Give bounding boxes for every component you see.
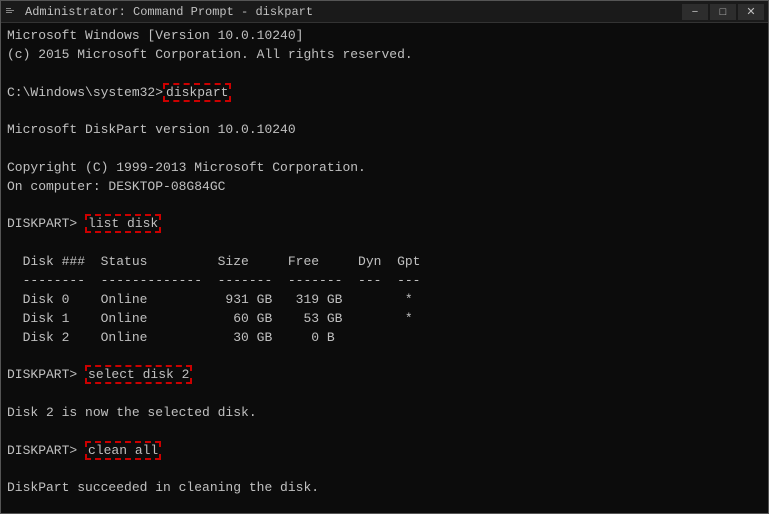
line-20 [7, 385, 762, 404]
disk-2-row: Disk 2 Online 30 GB 0 B [7, 329, 762, 348]
line-22 [7, 423, 762, 442]
line-18 [7, 347, 762, 366]
table-sep: -------- ------------- ------- ------- -… [7, 272, 762, 291]
cmd-clean-all: clean all [85, 441, 161, 460]
cmd-list-disk: list disk [85, 214, 161, 233]
disk-0-row: Disk 0 Online 931 GB 319 GB * [7, 291, 762, 310]
cmd-diskpart: diskpart [163, 83, 231, 102]
terminal-body[interactable]: Microsoft Windows [Version 10.0.10240] (… [1, 23, 768, 513]
prompt-4: DISKPART> [7, 443, 85, 458]
window-controls: − □ ✕ [682, 4, 764, 20]
line-25: DiskPart succeeded in cleaning the disk. [7, 479, 762, 498]
line-5 [7, 102, 762, 121]
line-1: Microsoft Windows [Version 10.0.10240] [7, 27, 762, 46]
line-21: Disk 2 is now the selected disk. [7, 404, 762, 423]
line-6: Microsoft DiskPart version 10.0.10240 [7, 121, 762, 140]
line-2: (c) 2015 Microsoft Corporation. All righ… [7, 46, 762, 65]
disk-1-row: Disk 1 Online 60 GB 53 GB * [7, 310, 762, 329]
line-24 [7, 460, 762, 479]
table-header: Disk ### Status Size Free Dyn Gpt [7, 253, 762, 272]
line-9: On computer: DESKTOP-08G84GC [7, 178, 762, 197]
line-11: DISKPART> list disk [7, 215, 762, 234]
title-bar: Administrator: Command Prompt - diskpart… [1, 1, 768, 23]
maximize-button[interactable]: □ [710, 4, 736, 20]
line-3 [7, 65, 762, 84]
line-12 [7, 234, 762, 253]
cmd-window: Administrator: Command Prompt - diskpart… [0, 0, 769, 514]
cmd-select-disk: select disk 2 [85, 365, 192, 384]
line-7 [7, 140, 762, 159]
prompt-2: DISKPART> [7, 216, 85, 231]
title-bar-left: Administrator: Command Prompt - diskpart [5, 5, 313, 19]
minimize-button[interactable]: − [682, 4, 708, 20]
window-title: Administrator: Command Prompt - diskpart [25, 5, 313, 19]
prompt-1: C:\Windows\system32> [7, 85, 163, 100]
line-26 [7, 498, 762, 513]
prompt-3: DISKPART> [7, 367, 85, 382]
cmd-icon [5, 5, 19, 19]
line-19: DISKPART> select disk 2 [7, 366, 762, 385]
line-23: DISKPART> clean all [7, 442, 762, 461]
line-8-copyright: Copyright (C) 1999-2013 Microsoft Corpor… [7, 159, 762, 178]
line-4: C:\Windows\system32>diskpart [7, 84, 762, 103]
close-button[interactable]: ✕ [738, 4, 764, 20]
line-10 [7, 197, 762, 216]
